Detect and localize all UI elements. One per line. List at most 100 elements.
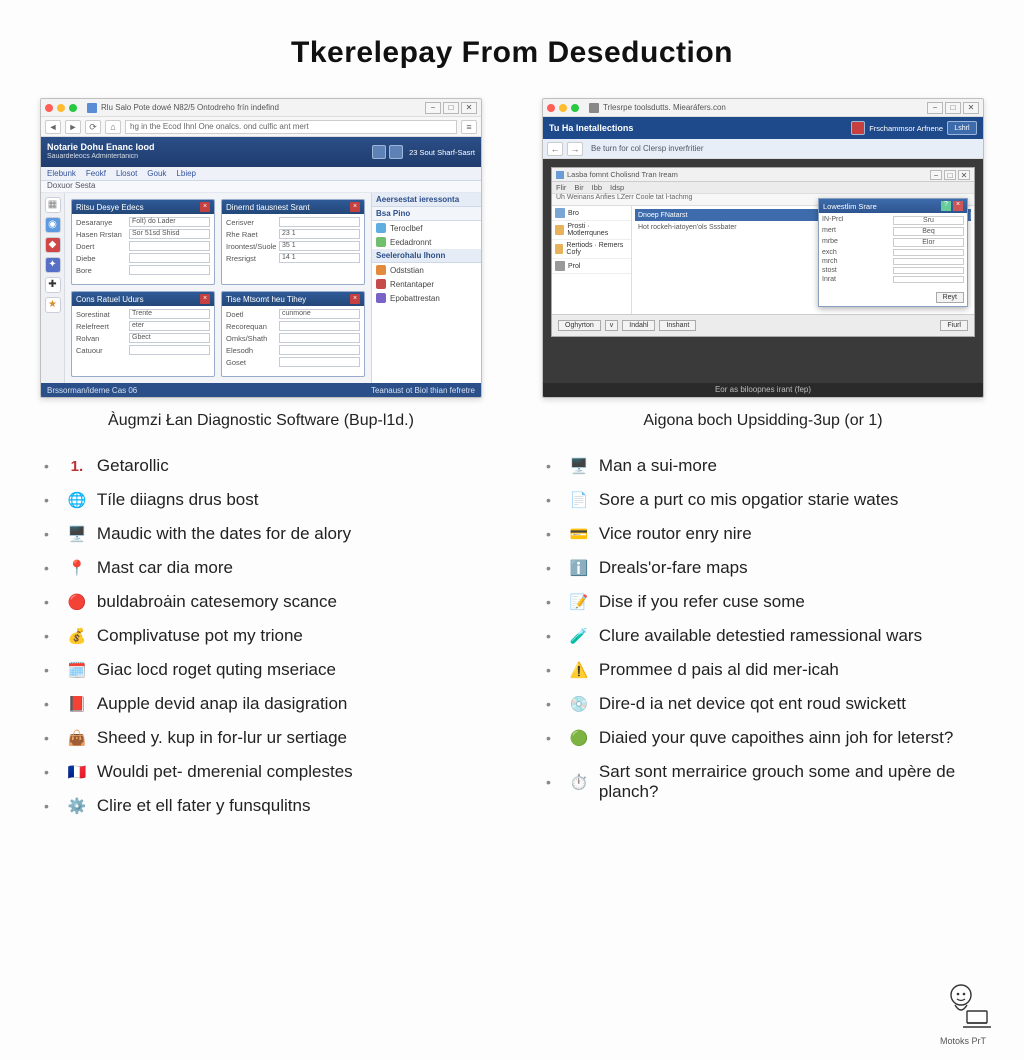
- dialog-value[interactable]: Sru: [893, 216, 964, 225]
- dialog-close-icon[interactable]: ×: [953, 201, 963, 211]
- dialog-ok-button[interactable]: Reyt: [936, 292, 964, 303]
- footer-dropdown[interactable]: v: [605, 320, 619, 331]
- field-input[interactable]: [279, 217, 360, 227]
- dark-body: Lasba fomnt Cholisnd Tran Iream − □ ✕ Fl…: [543, 159, 983, 383]
- field-input[interactable]: 14 1: [279, 253, 360, 263]
- maximize-button[interactable]: □: [443, 102, 459, 114]
- back-button[interactable]: ←: [547, 142, 563, 156]
- minimize-button[interactable]: −: [930, 170, 942, 180]
- home-button[interactable]: ⌂: [105, 120, 121, 134]
- dialog-value[interactable]: Beq: [893, 227, 964, 236]
- feature-text: Man a sui-more: [599, 456, 717, 476]
- tray-icon[interactable]: ▦: [45, 197, 61, 213]
- panel-close-icon[interactable]: ×: [200, 294, 210, 304]
- nav-row[interactable]: Prol: [552, 259, 631, 274]
- tray-icon[interactable]: ✚: [45, 277, 61, 293]
- max-dot-icon[interactable]: [571, 104, 579, 112]
- side-panel: Aeersestat ieressonta Bsa Pino Teroclbef…: [371, 193, 481, 383]
- field-input[interactable]: [129, 241, 210, 251]
- side-panel-item[interactable]: Teroclbef: [372, 221, 481, 235]
- field-input[interactable]: 35 1: [279, 241, 360, 251]
- side-panel-item[interactable]: Odststian: [372, 263, 481, 277]
- nav-row[interactable]: Rertiods · Remers Cofy: [552, 240, 631, 259]
- tray-icon[interactable]: ★: [45, 297, 61, 313]
- minimize-button[interactable]: −: [425, 102, 441, 114]
- menu-item[interactable]: Flir: [556, 183, 566, 192]
- menu-button[interactable]: ≡: [461, 120, 477, 134]
- field-input[interactable]: [129, 265, 210, 275]
- forward-button[interactable]: ►: [65, 120, 81, 134]
- side-panel-item[interactable]: Epobattrestan: [372, 291, 481, 305]
- feature-icon: 📝: [569, 592, 589, 612]
- max-dot-icon[interactable]: [69, 104, 77, 112]
- menu-item[interactable]: Bir: [574, 183, 583, 192]
- dialog-value[interactable]: Elor: [893, 238, 964, 247]
- close-button[interactable]: ✕: [461, 102, 477, 114]
- field-input[interactable]: [279, 357, 360, 367]
- inner-window: Lasba fomnt Cholisnd Tran Iream − □ ✕ Fl…: [551, 167, 975, 337]
- dialog-help-icon[interactable]: ?: [941, 201, 951, 211]
- tray-icon[interactable]: ◆: [45, 237, 61, 253]
- close-button[interactable]: ✕: [963, 102, 979, 114]
- header-icon[interactable]: Lshrl: [947, 121, 977, 135]
- back-button[interactable]: ◄: [45, 120, 61, 134]
- url-bar[interactable]: hg in the Ecod Ihnl One onalcs. ond culf…: [125, 120, 457, 134]
- field-input[interactable]: [129, 345, 210, 355]
- field-input[interactable]: eter: [129, 321, 210, 331]
- header-icon[interactable]: [372, 145, 386, 159]
- panel-title: Cons Ratuel Udurs: [76, 295, 144, 304]
- nav-row[interactable]: Prosti · Motlerrqunes: [552, 221, 631, 240]
- dialog-value[interactable]: [893, 249, 964, 256]
- field-input[interactable]: Sor 51sd Shisd: [129, 229, 210, 239]
- side-panel-item[interactable]: Eedadronnt: [372, 235, 481, 249]
- folder-icon: [555, 261, 565, 271]
- field-input[interactable]: Gbect: [129, 333, 210, 343]
- field-input[interactable]: [279, 333, 360, 343]
- field-input[interactable]: [279, 321, 360, 331]
- menu-item[interactable]: Ibb: [592, 183, 602, 192]
- app-dark-header: Tu Ha Inetallections Frschammsor Arfnene…: [543, 117, 983, 139]
- inner-titlebar: Lasba fomnt Cholisnd Tran Iream − □ ✕: [552, 168, 974, 182]
- reload-button[interactable]: ⟳: [85, 120, 101, 134]
- ribbon-tab[interactable]: Feokf: [86, 169, 106, 178]
- field-input[interactable]: 23 1: [279, 229, 360, 239]
- ribbon-tab[interactable]: Gouk: [147, 169, 166, 178]
- dialog-value[interactable]: [893, 276, 964, 283]
- panel-close-icon[interactable]: ×: [350, 202, 360, 212]
- header-icon[interactable]: [851, 121, 865, 135]
- field-input[interactable]: cunmone: [279, 309, 360, 319]
- maximize-button[interactable]: □: [945, 102, 961, 114]
- ribbon-tab[interactable]: Lbiep: [176, 169, 196, 178]
- forward-button[interactable]: →: [567, 142, 583, 156]
- dialog-value[interactable]: [893, 258, 964, 265]
- panel-close-icon[interactable]: ×: [200, 202, 210, 212]
- tray-icon[interactable]: ◉: [45, 217, 61, 233]
- footer-button[interactable]: Indahl: [622, 320, 655, 331]
- field-input[interactable]: [279, 345, 360, 355]
- field-input[interactable]: Trente: [129, 309, 210, 319]
- footer-button[interactable]: Fiurl: [940, 320, 968, 331]
- footer-button[interactable]: Inshant: [659, 320, 696, 331]
- nav-row[interactable]: Bro: [552, 206, 631, 221]
- field-input[interactable]: Folt) do Lader: [129, 217, 210, 227]
- feature-icon: 🖥️: [569, 456, 589, 476]
- close-button[interactable]: ✕: [958, 170, 970, 180]
- close-dot-icon[interactable]: [45, 104, 53, 112]
- panel-close-icon[interactable]: ×: [350, 294, 360, 304]
- min-dot-icon[interactable]: [57, 104, 65, 112]
- min-dot-icon[interactable]: [559, 104, 567, 112]
- side-panel-item[interactable]: Rentantaper: [372, 277, 481, 291]
- ribbon-tab[interactable]: Elebunk: [47, 169, 76, 178]
- footer-button[interactable]: Oghyrton: [558, 320, 601, 331]
- field-input[interactable]: [129, 253, 210, 263]
- dialog-label: IN-Prcl: [822, 216, 891, 225]
- menu-item[interactable]: Idsp: [610, 183, 624, 192]
- tray-icon[interactable]: ✦: [45, 257, 61, 273]
- minimize-button[interactable]: −: [927, 102, 943, 114]
- ribbon-tab[interactable]: Llosot: [116, 169, 137, 178]
- header-icon[interactable]: [389, 145, 403, 159]
- feature-text: Sheed y. kup in for-lur ur sertiage: [97, 728, 347, 748]
- dialog-value[interactable]: [893, 267, 964, 274]
- maximize-button[interactable]: □: [944, 170, 956, 180]
- close-dot-icon[interactable]: [547, 104, 555, 112]
